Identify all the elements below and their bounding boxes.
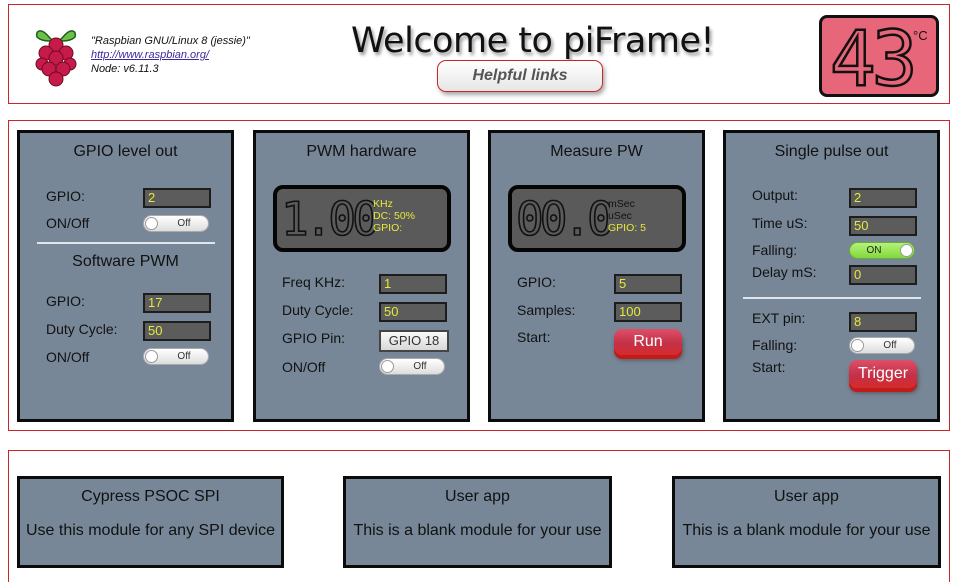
panel-title: PWM hardware bbox=[306, 143, 417, 160]
toggle-label: Off bbox=[177, 218, 191, 229]
measure-display-value: 00.0 bbox=[515, 191, 610, 245]
divider bbox=[743, 297, 921, 299]
temperature-unit: °C bbox=[913, 28, 928, 43]
pwm-hardware-panel: PWM hardware 1.00 KHz DC: 50% GPIO: Freq… bbox=[253, 130, 470, 422]
gpio-level-out-panel: GPIO level out GPIO: 2 ON/Off Off Softwa… bbox=[17, 130, 234, 422]
duty-label: Duty Cycle: bbox=[282, 302, 354, 318]
system-info: "Raspbian GNU/Linux 8 (jessie)" http://w… bbox=[91, 34, 250, 76]
user-app-panel-2: User app This is a blank module for your… bbox=[672, 476, 941, 568]
gpio-pin-label: GPIO Pin: bbox=[282, 330, 346, 346]
raspberry-pi-logo-icon bbox=[35, 30, 77, 87]
delay-label: Delay mS: bbox=[752, 264, 817, 280]
panel-description: This is a blank module for your use bbox=[353, 522, 602, 539]
cypress-psoc-spi-panel: Cypress PSOC SPI Use this module for any… bbox=[17, 476, 284, 568]
toggle-label: Off bbox=[413, 361, 427, 372]
duty-input[interactable]: 50 bbox=[379, 302, 447, 322]
measure-display: 00.0 mSec uSec GPIO: 5 bbox=[508, 185, 686, 252]
pwm-display-value: 1.00 bbox=[280, 191, 375, 245]
measure-unit-msec: mSec bbox=[608, 198, 635, 210]
gpio-label: GPIO: bbox=[46, 188, 85, 204]
toggle-knob bbox=[145, 217, 158, 230]
pwm-display-gpio: GPIO: bbox=[373, 222, 403, 234]
toggle-knob bbox=[900, 244, 913, 257]
svg-text:00.0: 00.0 bbox=[516, 192, 610, 245]
onoff-label: ON/Off bbox=[282, 359, 326, 375]
swpwm-onoff-toggle[interactable]: Off bbox=[143, 348, 209, 365]
toggle-label: Off bbox=[177, 351, 191, 362]
start-label: Start: bbox=[752, 359, 786, 375]
swpwm-duty-label: Duty Cycle: bbox=[46, 321, 118, 337]
panel-title: GPIO level out bbox=[73, 143, 178, 160]
pwm-display-info: KHz DC: 50% GPIO: bbox=[373, 198, 415, 234]
measure-gpio-input[interactable]: 5 bbox=[614, 274, 682, 294]
node-version: Node: v6.11.3 bbox=[91, 63, 159, 75]
falling-label: Falling: bbox=[752, 242, 798, 258]
temperature-display: 43 °C bbox=[819, 15, 939, 97]
page-title: Welcome to piFrame! bbox=[351, 21, 715, 61]
ext-falling-toggle[interactable]: Off bbox=[849, 337, 915, 354]
freq-label: Freq KHz: bbox=[282, 274, 346, 290]
panel-title: User app bbox=[774, 488, 839, 505]
measure-unit-usec: uSec bbox=[608, 210, 632, 222]
ext-pin-label: EXT pin: bbox=[752, 310, 806, 326]
measure-display-info: mSec uSec GPIO: 5 bbox=[608, 198, 646, 234]
output-label: Output: bbox=[752, 187, 798, 203]
pwm-display-dc: DC: 50% bbox=[373, 210, 416, 222]
gpio-onoff-toggle[interactable]: Off bbox=[143, 215, 209, 232]
gpio-label: GPIO: bbox=[517, 274, 556, 290]
time-label: Time uS: bbox=[752, 215, 808, 231]
start-label: Start: bbox=[517, 329, 551, 345]
time-input[interactable]: 50 bbox=[849, 216, 917, 236]
swpwm-duty-input[interactable]: 50 bbox=[143, 321, 211, 341]
toggle-label: ON bbox=[866, 245, 882, 256]
software-pwm-title: Software PWM bbox=[72, 253, 179, 270]
toggle-knob bbox=[851, 339, 864, 352]
toggle-knob bbox=[381, 360, 394, 373]
panel-title: Measure PW bbox=[550, 143, 643, 160]
samples-label: Samples: bbox=[517, 302, 576, 318]
samples-input[interactable]: 100 bbox=[614, 302, 682, 322]
divider bbox=[37, 242, 215, 244]
swpwm-gpio-input[interactable]: 17 bbox=[143, 293, 211, 313]
measure-pw-panel: Measure PW 00.0 mSec uSec GPIO: 5 GPIO: … bbox=[488, 130, 705, 422]
helpful-links-button[interactable]: Helpful links bbox=[437, 60, 603, 92]
user-app-panel-1: User app This is a blank module for your… bbox=[343, 476, 612, 568]
toggle-knob bbox=[145, 350, 158, 363]
pwm-display: 1.00 KHz DC: 50% GPIO: bbox=[273, 185, 451, 252]
falling-toggle[interactable]: ON bbox=[849, 242, 915, 259]
falling2-label: Falling: bbox=[752, 337, 798, 353]
single-pulse-out-panel: Single pulse out Output: 2 Time uS: 50 F… bbox=[723, 130, 940, 422]
swpwm-gpio-label: GPIO: bbox=[46, 293, 85, 309]
gpio-input[interactable]: 2 bbox=[143, 188, 211, 208]
pwm-onoff-toggle[interactable]: Off bbox=[379, 358, 445, 375]
os-link[interactable]: http://www.raspbian.org/ bbox=[91, 49, 209, 61]
toggle-label: Off bbox=[883, 340, 897, 351]
panel-title: Cypress PSOC SPI bbox=[81, 488, 220, 505]
pwm-display-unit: KHz bbox=[373, 198, 393, 210]
panel-description: Use this module for any SPI device bbox=[25, 522, 275, 539]
os-name: "Raspbian GNU/Linux 8 (jessie)" bbox=[91, 35, 250, 47]
panel-title: User app bbox=[445, 488, 510, 505]
header-bar: "Raspbian GNU/Linux 8 (jessie)" http://w… bbox=[8, 4, 950, 104]
ext-pin-input[interactable]: 8 bbox=[849, 312, 917, 332]
delay-input[interactable]: 0 bbox=[849, 265, 917, 285]
onoff-label: ON/Off bbox=[46, 215, 90, 231]
trigger-button[interactable]: Trigger bbox=[849, 360, 917, 388]
swpwm-onoff-label: ON/Off bbox=[46, 349, 90, 365]
run-button[interactable]: Run bbox=[614, 329, 682, 355]
freq-input[interactable]: 1 bbox=[379, 274, 447, 294]
panel-title: Single pulse out bbox=[774, 143, 889, 160]
gpio-pin-button[interactable]: GPIO 18 bbox=[379, 330, 449, 352]
output-input[interactable]: 2 bbox=[849, 188, 917, 208]
measure-display-gpio: GPIO: 5 bbox=[608, 222, 646, 234]
svg-text:1.00: 1.00 bbox=[281, 192, 375, 245]
panel-description: This is a blank module for your use bbox=[682, 522, 931, 539]
svg-text:43: 43 bbox=[830, 21, 914, 93]
